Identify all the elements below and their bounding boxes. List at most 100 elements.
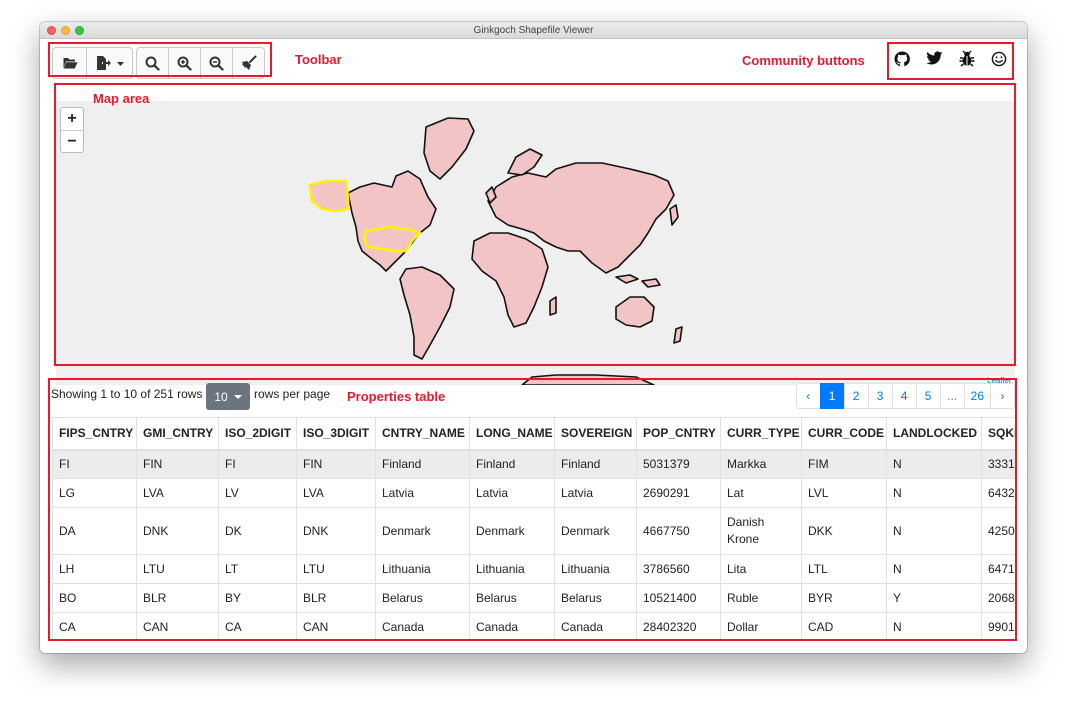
new-zealand-shape[interactable] xyxy=(673,326,683,344)
column-header[interactable]: CURR_TYPE xyxy=(720,417,802,451)
column-header[interactable]: LANDLOCKED xyxy=(886,417,982,451)
table-cell: LVA xyxy=(296,478,376,508)
properties-table: FIPS_CNTRY GMI_CNTRY ISO_2DIGIT ISO_3DIG… xyxy=(52,417,1015,639)
table-cell: 99018 xyxy=(981,612,1015,639)
australia-shape[interactable] xyxy=(615,296,655,328)
page-size-select[interactable]: 10 xyxy=(206,383,250,410)
clear-button[interactable] xyxy=(232,47,265,79)
north-america-shape[interactable] xyxy=(347,170,437,272)
table-cell: LVA xyxy=(136,478,219,508)
table-cell: 64712 xyxy=(981,554,1015,584)
folder-open-icon xyxy=(62,58,77,69)
table-cell: LH xyxy=(52,554,137,584)
column-header[interactable]: FIPS_CNTRY xyxy=(52,417,137,451)
map-area[interactable]: + − Leaflet xyxy=(56,101,1015,385)
title-bar: Ginkgoch Shapefile Viewer xyxy=(40,22,1027,39)
table-cell: LTL xyxy=(801,554,887,584)
search-button[interactable] xyxy=(136,47,169,79)
pagination-next[interactable]: › xyxy=(990,383,1015,409)
table-cell: Canada xyxy=(469,612,555,639)
table-cell: CA xyxy=(218,612,297,639)
column-header[interactable]: ISO_2DIGIT xyxy=(218,417,297,451)
community-annotation-label: Community buttons xyxy=(742,53,865,68)
map-annotation-label: Map area xyxy=(93,91,150,106)
table-row[interactable]: FI FIN FI FIN Finland Finland Finland 50… xyxy=(52,449,1015,479)
table-cell: 42503 xyxy=(981,507,1015,555)
minimize-window-button[interactable] xyxy=(61,26,70,35)
pagination-page-3[interactable]: 3 xyxy=(867,383,893,409)
column-header[interactable]: SQKM xyxy=(981,417,1015,451)
scandinavia-shape[interactable] xyxy=(507,148,543,176)
table-cell: BLR xyxy=(136,583,219,613)
table-cell: FI xyxy=(52,449,137,479)
table-cell: BY xyxy=(218,583,297,613)
table-cell: DNK xyxy=(136,507,219,555)
column-header[interactable]: POP_CNTRY xyxy=(636,417,721,451)
antarctica-shape[interactable] xyxy=(521,374,655,385)
alaska-highlight[interactable] xyxy=(308,179,350,213)
column-header[interactable]: CNTRY_NAME xyxy=(375,417,470,451)
column-header[interactable]: CURR_CODE xyxy=(801,417,887,451)
pagination-page-2[interactable]: 2 xyxy=(843,383,869,409)
table-row[interactable]: BO BLR BY BLR Belarus Belarus Belarus 10… xyxy=(52,583,1015,613)
indonesia-shape[interactable] xyxy=(615,274,661,288)
table-row[interactable]: LH LTU LT LTU Lithuania Lithuania Lithua… xyxy=(52,554,1015,584)
table-cell: DK xyxy=(218,507,297,555)
greenland-shape[interactable] xyxy=(423,117,475,180)
table-cell: Denmark xyxy=(554,507,637,555)
report-bug-button[interactable] xyxy=(959,50,975,72)
table-header-row: FIPS_CNTRY GMI_CNTRY ISO_2DIGIT ISO_3DIG… xyxy=(52,417,1015,451)
table-cell: N xyxy=(886,478,982,508)
table-cell: FIM xyxy=(801,449,887,479)
table-cell: LV xyxy=(218,478,297,508)
table-cell: BYR xyxy=(801,583,887,613)
united-states-highlight[interactable] xyxy=(362,225,422,253)
table-cell: 33314 xyxy=(981,449,1015,479)
zoom-in-icon xyxy=(177,56,192,71)
zoom-out-button[interactable] xyxy=(200,47,233,79)
table-cell: 4667750 xyxy=(636,507,721,555)
page-size-value: 10 xyxy=(214,389,228,404)
close-window-button[interactable] xyxy=(47,26,56,35)
world-map[interactable] xyxy=(56,101,1015,385)
south-america-shape[interactable] xyxy=(399,266,455,360)
properties-table-container[interactable]: FIPS_CNTRY GMI_CNTRY ISO_2DIGIT ISO_3DIG… xyxy=(52,417,1015,639)
bug-icon xyxy=(959,50,975,67)
column-header[interactable]: GMI_CNTRY xyxy=(136,417,219,451)
open-file-button[interactable] xyxy=(52,47,87,79)
table-cell: Lithuania xyxy=(375,554,470,584)
table-cell: LTU xyxy=(296,554,376,584)
github-button[interactable] xyxy=(894,51,910,72)
pagination-prev[interactable]: ‹ xyxy=(795,383,821,409)
column-header[interactable]: LONG_NAME xyxy=(469,417,555,451)
table-row[interactable]: CA CAN CA CAN Canada Canada Canada 28402… xyxy=(52,612,1015,639)
column-header[interactable]: ISO_3DIGIT xyxy=(296,417,376,451)
table-annotation-label: Properties table xyxy=(347,389,446,404)
table-cell: Danish Krone xyxy=(720,507,802,555)
table-cell: 2690291 xyxy=(636,478,721,508)
zoom-in-button[interactable] xyxy=(168,47,201,79)
maximize-window-button[interactable] xyxy=(75,26,84,35)
madagascar-shape[interactable] xyxy=(549,296,557,316)
pagination-page-5[interactable]: 5 xyxy=(915,383,941,409)
pagination-page-26[interactable]: 26 xyxy=(963,383,991,409)
table-cell: Canada xyxy=(554,612,637,639)
table-row[interactable]: LG LVA LV LVA Latvia Latvia Latvia 26902… xyxy=(52,478,1015,508)
table-cell: LVL xyxy=(801,478,887,508)
feedback-button[interactable] xyxy=(991,51,1007,72)
table-cell: Dollar xyxy=(720,612,802,639)
column-header[interactable]: SOVEREIGN xyxy=(554,417,637,451)
table-row[interactable]: DA DNK DK DNK Denmark Denmark Denmark 46… xyxy=(52,507,1015,555)
table-cell: Denmark xyxy=(375,507,470,555)
africa-shape[interactable] xyxy=(471,232,549,328)
table-cell: Lithuania xyxy=(469,554,555,584)
twitter-button[interactable] xyxy=(926,51,943,71)
pagination-page-1[interactable]: 1 xyxy=(819,383,845,409)
table-cell: FIN xyxy=(296,449,376,479)
export-dropdown-button[interactable] xyxy=(86,47,133,79)
twitter-icon xyxy=(926,51,943,65)
table-cell: Finland xyxy=(469,449,555,479)
japan-shape[interactable] xyxy=(669,204,679,226)
app-window: Ginkgoch Shapefile Viewer Toolbar Commun… xyxy=(40,22,1027,653)
pagination-page-4[interactable]: 4 xyxy=(891,383,917,409)
